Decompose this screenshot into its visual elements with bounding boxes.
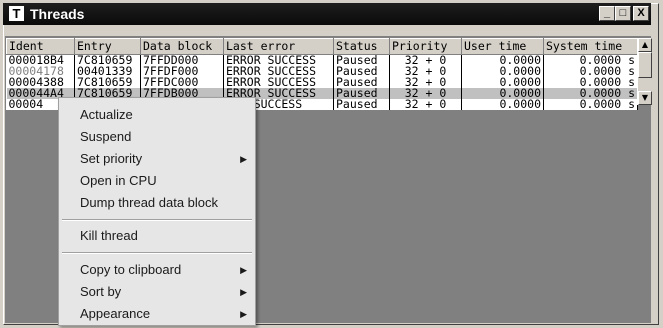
column-header-last-error[interactable]: Last error xyxy=(223,38,334,55)
menu-item-label: Copy to clipboard xyxy=(80,262,182,277)
menu-item-suspend[interactable]: Suspend xyxy=(59,126,255,148)
window-title: Threads xyxy=(30,6,85,22)
menu-item-actualize[interactable]: Actualize xyxy=(59,104,255,126)
cell-ident: 000018B4 xyxy=(6,54,75,66)
cell-status: Paused xyxy=(333,66,390,77)
vertical-scrollbar[interactable]: ▲ ▼ xyxy=(637,38,652,105)
context-menu: Actualize Suspend Set priority ▶ Open in… xyxy=(58,97,256,326)
cell-data-block: 7FFDD000 xyxy=(140,54,224,66)
cell-entry: 7C810659 xyxy=(74,54,141,66)
menu-item-label: Sort by xyxy=(80,284,122,299)
cell-status: Paused xyxy=(333,54,390,66)
menu-separator xyxy=(62,219,252,221)
table-row[interactable]: 00004178 00401339 7FFDF000 ERROR_SUCCESS… xyxy=(6,66,638,77)
menu-item-kill-thread[interactable]: Kill thread xyxy=(59,225,255,247)
cell-last-error: ERROR_SUCCESS xyxy=(223,66,334,77)
column-header-user-time[interactable]: User time xyxy=(461,38,544,55)
menu-item-label: Actualize xyxy=(80,107,133,122)
cell-user-time: 0.0000 xyxy=(461,54,544,66)
menu-item-label: Suspend xyxy=(80,129,132,144)
menu-item-label: Set priority xyxy=(80,151,143,166)
column-header-entry[interactable]: Entry xyxy=(74,38,141,55)
header-row: Ident Entry Data block Last error Status… xyxy=(6,38,638,55)
scroll-up-arrow-icon[interactable]: ▲ xyxy=(638,38,652,52)
menu-item-label: Open in CPU xyxy=(80,173,157,188)
cell-user-time: 0.0000 xyxy=(461,99,544,110)
cell-ident: 00004178 xyxy=(6,66,75,77)
menu-item-set-priority[interactable]: Set priority ▶ xyxy=(59,148,255,170)
cell-system-time: 0.0000 s xyxy=(543,99,638,110)
menu-item-appearance[interactable]: Appearance ▶ xyxy=(59,303,255,325)
cell-entry: 7C810659 xyxy=(74,77,141,88)
scroll-thumb[interactable] xyxy=(638,52,652,78)
submenu-arrow-icon: ▶ xyxy=(240,309,247,319)
title-bar[interactable]: T Threads _ □ X xyxy=(3,3,651,25)
column-header-data-block[interactable]: Data block xyxy=(140,38,224,55)
window-icon: T xyxy=(9,6,24,21)
cell-ident: 00004388 xyxy=(6,77,75,88)
cell-priority: 32 + 0 xyxy=(389,88,462,99)
cell-user-time: 0.0000 xyxy=(461,77,544,88)
cell-last-error: ERROR_SUCCESS xyxy=(223,77,334,88)
table-row[interactable]: 00004388 7C810659 7FFDC000 ERROR_SUCCESS… xyxy=(6,77,638,88)
menu-item-label: Dump thread data block xyxy=(80,195,219,210)
column-header-ident[interactable]: Ident xyxy=(6,38,75,55)
menu-item-sort-by[interactable]: Sort by ▶ xyxy=(59,281,255,303)
close-button[interactable]: X xyxy=(633,6,649,21)
menu-separator xyxy=(62,252,252,254)
cell-priority: 32 + 0 xyxy=(389,54,462,66)
submenu-arrow-icon: ▶ xyxy=(240,265,247,275)
cell-data-block: 7FFDF000 xyxy=(140,66,224,77)
cell-status: Paused xyxy=(333,88,390,99)
scroll-down-arrow-icon[interactable]: ▼ xyxy=(638,91,652,105)
menu-item-copy-to-clipboard[interactable]: Copy to clipboard ▶ xyxy=(59,259,255,281)
menu-item-dump-thread-data-block[interactable]: Dump thread data block xyxy=(59,192,255,214)
cell-system-time: 0.0000 s xyxy=(543,66,638,77)
cell-status: Paused xyxy=(333,99,390,110)
cell-user-time: 0.0000 xyxy=(461,88,544,99)
cell-last-error: ERROR_SUCCESS xyxy=(223,54,334,66)
cell-user-time: 0.0000 xyxy=(461,66,544,77)
cell-system-time: 0.0000 s xyxy=(543,54,638,66)
menu-item-open-in-cpu[interactable]: Open in CPU xyxy=(59,170,255,192)
column-header-priority[interactable]: Priority xyxy=(389,38,462,55)
menu-item-label: Appearance xyxy=(80,306,151,321)
cell-status: Paused xyxy=(333,77,390,88)
maximize-button[interactable]: □ xyxy=(615,6,631,21)
column-header-system-time[interactable]: System time xyxy=(543,38,638,55)
cell-data-block: 7FFDC000 xyxy=(140,77,224,88)
cell-system-time: 0.0000 s xyxy=(543,77,638,88)
table-row[interactable]: 000018B4 7C810659 7FFDD000 ERROR_SUCCESS… xyxy=(6,54,638,66)
submenu-arrow-icon: ▶ xyxy=(240,287,247,297)
cell-system-time: 0.0000 s xyxy=(543,88,638,99)
cell-priority: 32 + 0 xyxy=(389,66,462,77)
submenu-arrow-icon: ▶ xyxy=(240,154,247,164)
menu-item-label: Kill thread xyxy=(80,228,138,243)
cell-entry: 00401339 xyxy=(74,66,141,77)
minimize-button[interactable]: _ xyxy=(599,6,615,21)
cell-priority: 32 + 0 xyxy=(389,77,462,88)
cell-priority: 32 + 0 xyxy=(389,99,462,110)
column-header-status[interactable]: Status xyxy=(333,38,390,55)
